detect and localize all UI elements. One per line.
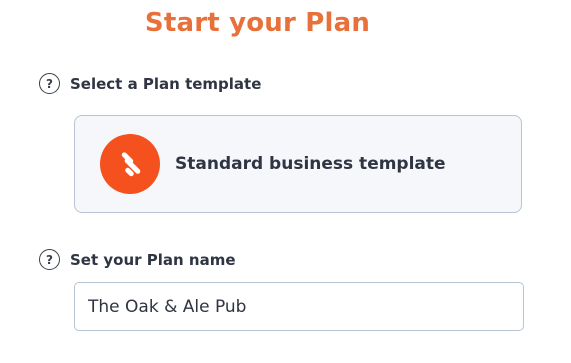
- select-template-label: Select a Plan template: [70, 74, 262, 93]
- plan-name-input[interactable]: [74, 282, 524, 331]
- page-title: Start your Plan: [144, 8, 371, 38]
- plan-name-label: Set your Plan name: [70, 250, 236, 269]
- help-icon[interactable]: ?: [39, 73, 60, 94]
- start-plan-page: Start your Plan ? Select a Plan template…: [0, 0, 571, 363]
- template-name: Standard business template: [175, 154, 446, 174]
- business-template-logo-icon: [100, 134, 160, 194]
- select-template-label-row: ? Select a Plan template: [39, 73, 261, 94]
- plan-name-label-row: ? Set your Plan name: [39, 249, 236, 270]
- help-icon[interactable]: ?: [39, 249, 60, 270]
- template-selector-card[interactable]: Standard business template: [74, 115, 522, 213]
- template-logo-glyph: [121, 152, 141, 177]
